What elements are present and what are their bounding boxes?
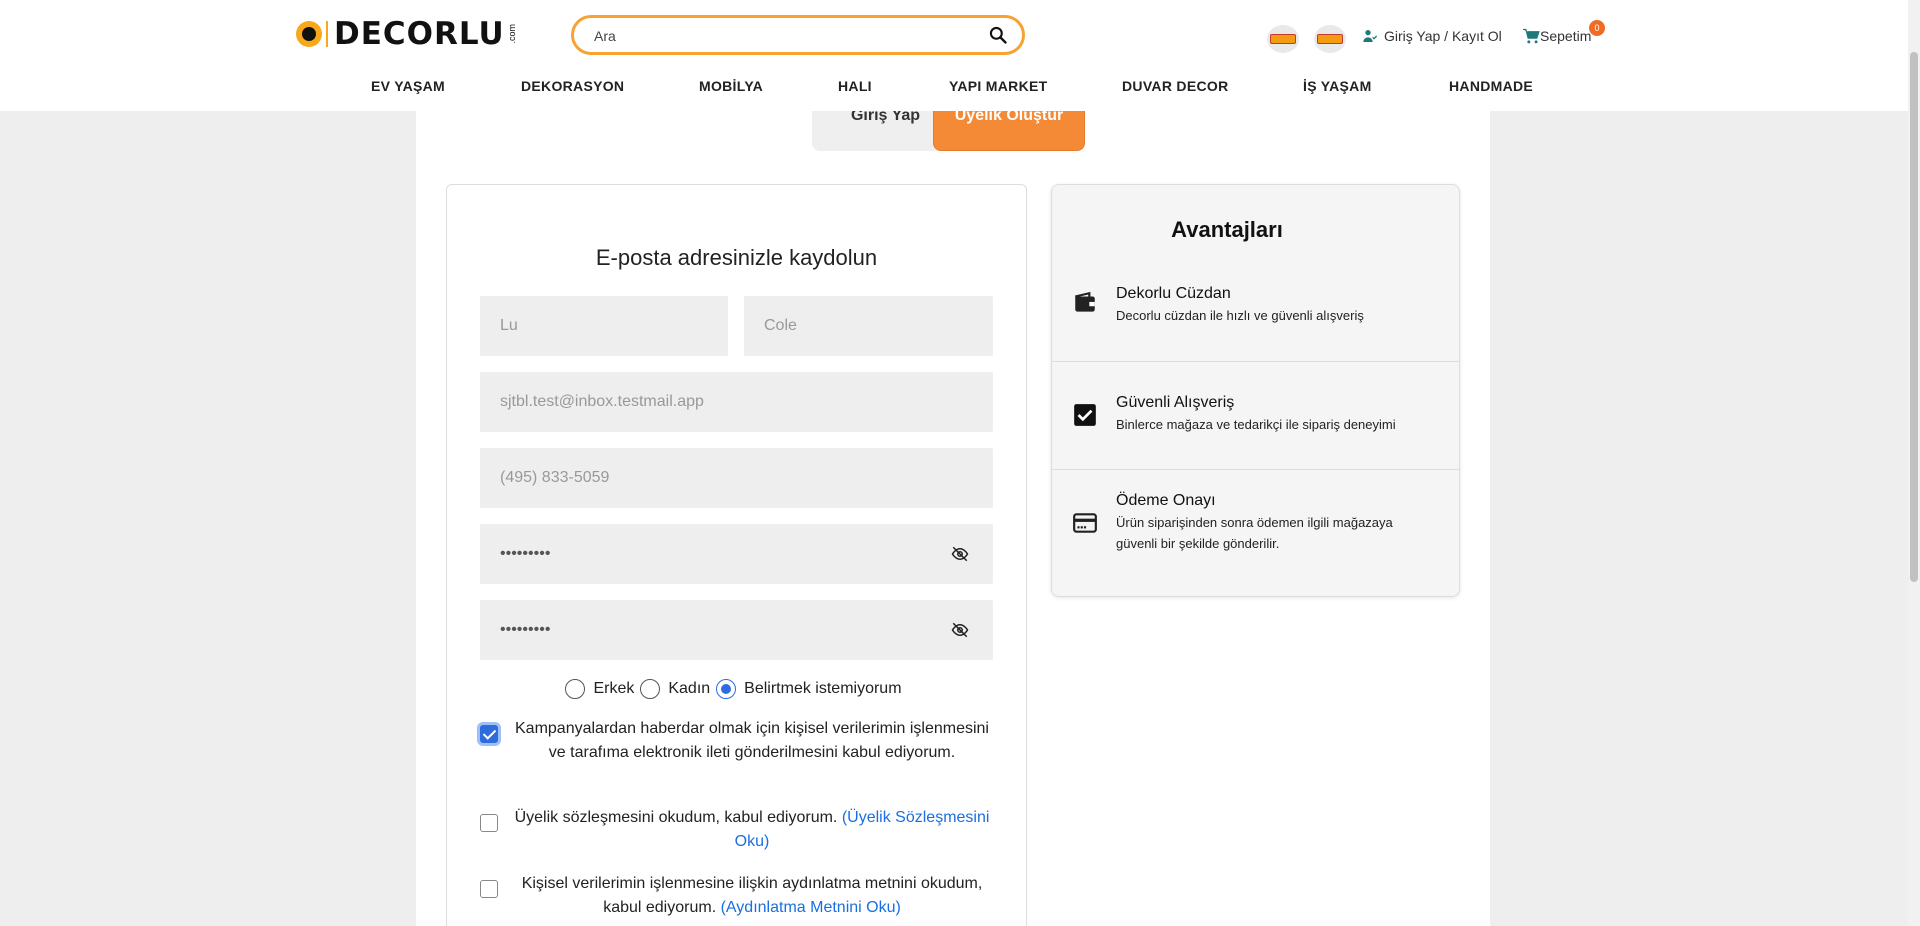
consent-membership-checkbox[interactable]: [480, 814, 498, 832]
site-header: DECORLU .com Giriş Yap / Kayıt Ol Sepeti…: [0, 0, 1908, 111]
page-scrollbar[interactable]: [1908, 0, 1920, 926]
advantage-item-wallet: Dekorlu Cüzdan Decorlu cüzdan ile hızlı …: [1052, 255, 1459, 363]
consent-campaign-row: Kampanyalardan haberdar olmak için kişis…: [480, 717, 998, 765]
password-confirm-input[interactable]: [500, 618, 911, 642]
search-icon[interactable]: [988, 25, 1008, 45]
promo-badge-icon[interactable]: [1314, 25, 1346, 53]
consent-membership-text: Üyelik sözleşmesini okudum, kabul ediyor…: [514, 809, 838, 826]
password-input[interactable]: [500, 542, 911, 566]
first-name-input[interactable]: [500, 314, 699, 338]
radio-female[interactable]: Kadın: [640, 679, 710, 699]
last-name-input[interactable]: [764, 314, 964, 338]
credit-card-icon: [1073, 513, 1097, 533]
email-input[interactable]: [500, 390, 911, 414]
search-input[interactable]: [594, 25, 974, 47]
consent-membership-row: Üyelik sözleşmesini okudum, kabul ediyor…: [480, 806, 998, 854]
advantage-item-secure: Güvenli Alışveriş Binlerce mağaza ve ted…: [1052, 361, 1459, 469]
login-register-link[interactable]: Giriş Yap / Kayıt Ol: [1362, 28, 1502, 44]
radio-male-label: Erkek: [593, 680, 635, 697]
password-confirm-field[interactable]: [480, 600, 993, 660]
advantage-name: Ödeme Onayı: [1116, 492, 1216, 509]
advantage-name: Güvenli Alışveriş: [1116, 394, 1235, 411]
nav-item-ev-yasam[interactable]: EV YAŞAM: [371, 78, 445, 94]
radio-male-dot[interactable]: [565, 679, 586, 699]
nav-item-yapi-market[interactable]: YAPI MARKET: [949, 78, 1047, 94]
eye-slash-icon[interactable]: [951, 545, 969, 563]
email-field[interactable]: [480, 372, 993, 432]
advantage-desc: Ürün siparişinden sonra ödemen ilgili ma…: [1116, 515, 1393, 551]
advantage-item-payment: Ödeme Onayı Ürün siparişinden sonra ödem…: [1052, 469, 1459, 597]
radio-unspecified-dot[interactable]: [716, 679, 737, 699]
logo-mark-icon: [296, 21, 322, 47]
nav-item-dekorasyon[interactable]: DEKORASYON: [521, 78, 624, 94]
logo-text: DECORLU: [334, 16, 505, 52]
main-nav: EV YAŞAM DEKORASYON MOBİLYA HALI YAPI MA…: [0, 78, 1908, 100]
wallet-icon: [1075, 291, 1095, 312]
nav-item-mobilya[interactable]: MOBİLYA: [699, 78, 763, 94]
cart-link[interactable]: Sepetim: [1522, 28, 1591, 44]
gender-radio-group: Erkek Kadın Belirtmek istemiyorum: [447, 679, 1026, 699]
radio-unspecified[interactable]: Belirtmek istemiyorum: [716, 679, 902, 699]
logo-divider: [326, 21, 328, 47]
radio-male[interactable]: Erkek: [565, 679, 634, 699]
register-form: E-posta adresinizle kaydolun Erkek Kadın…: [446, 184, 1027, 926]
consent-privacy-row: Kişisel verilerimin işlenmesine ilişkin …: [480, 872, 998, 920]
form-title: E-posta adresinizle kaydolun: [595, 245, 878, 270]
nav-item-hali[interactable]: HALI: [838, 78, 872, 94]
advantages-panel: Avantajları Dekorlu Cüzdan Decorlu cüzda…: [1051, 184, 1460, 597]
radio-unspecified-label: Belirtmek istemiyorum: [744, 680, 902, 697]
consent-campaign-checkbox[interactable]: [480, 725, 498, 743]
consent-campaign-text: Kampanyalardan haberdar olmak için kişis…: [515, 720, 989, 761]
cart-label: Sepetim: [1540, 28, 1592, 44]
search-bar[interactable]: [571, 15, 1025, 55]
advantage-name: Dekorlu Cüzdan: [1116, 285, 1231, 302]
phone-field[interactable]: [480, 448, 993, 508]
advantage-desc: Binlerce mağaza ve tedarikçi ile sipariş…: [1116, 417, 1396, 432]
phone-input[interactable]: [500, 466, 911, 490]
login-register-label: Giriş Yap / Kayıt Ol: [1384, 28, 1502, 44]
logo-suffix: .com: [506, 24, 517, 44]
advantages-title: Avantajları: [1171, 217, 1283, 242]
cart-icon: [1523, 28, 1540, 44]
nav-item-duvar-decor[interactable]: DUVAR DECOR: [1122, 78, 1229, 94]
promo-badge-icon[interactable]: [1267, 25, 1299, 53]
eye-slash-icon[interactable]: [951, 621, 969, 639]
radio-female-dot[interactable]: [640, 679, 661, 699]
checkbox-icon: [1074, 404, 1096, 426]
consent-privacy-checkbox[interactable]: [480, 880, 498, 898]
last-name-field[interactable]: [744, 296, 993, 356]
radio-female-label: Kadın: [668, 680, 711, 697]
scrollbar-thumb[interactable]: [1910, 52, 1918, 582]
nav-item-handmade[interactable]: HANDMADE: [1449, 78, 1533, 94]
advantage-desc: Decorlu cüzdan ile hızlı ve güvenli alış…: [1116, 308, 1364, 323]
password-field[interactable]: [480, 524, 993, 584]
first-name-field[interactable]: [480, 296, 728, 356]
nav-item-is-yasam[interactable]: İŞ YAŞAM: [1303, 78, 1372, 94]
site-logo[interactable]: DECORLU .com: [296, 16, 517, 52]
user-icon: [1363, 30, 1378, 42]
privacy-notice-link[interactable]: (Aydınlatma Metnini Oku): [721, 899, 901, 916]
cart-count-badge: 0: [1589, 20, 1605, 36]
